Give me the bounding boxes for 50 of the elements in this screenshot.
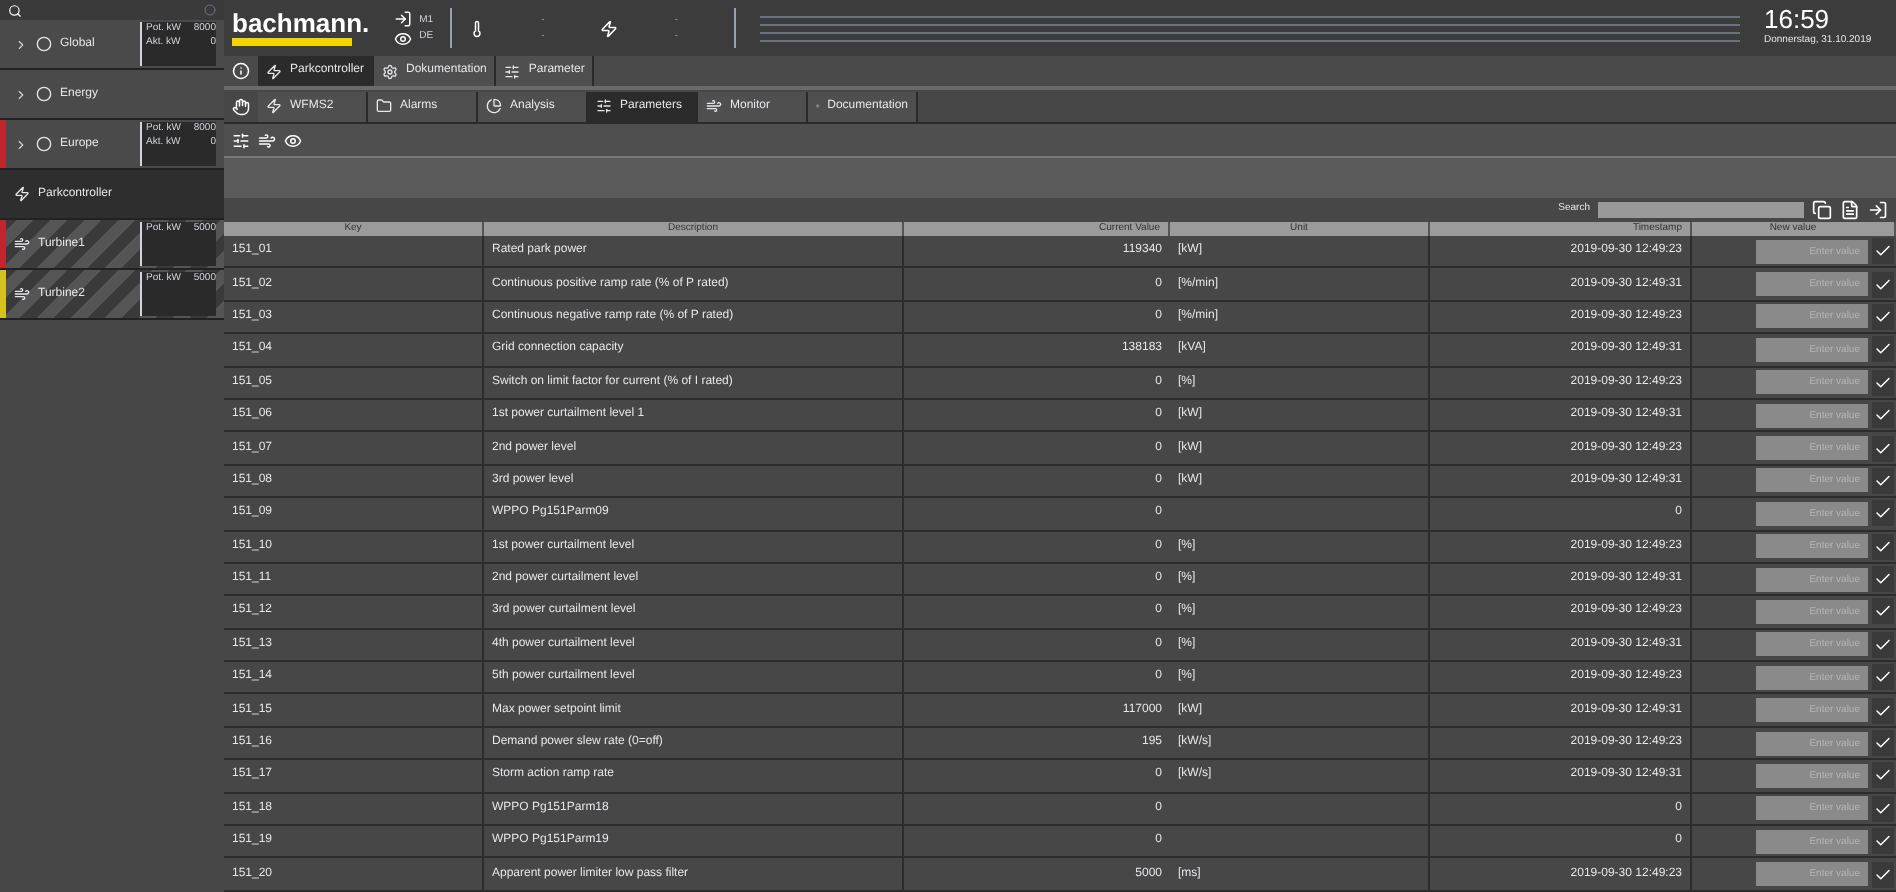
clock-time: 16:59 — [1764, 6, 1832, 35]
confirm-button[interactable] — [1872, 238, 1894, 265]
cluster-icon — [36, 36, 52, 52]
eye-icon[interactable] — [393, 29, 412, 47]
copy-icon[interactable] — [1812, 200, 1832, 220]
confirm-button[interactable] — [1872, 369, 1894, 396]
confirm-button[interactable] — [1872, 566, 1894, 593]
bolt-icon — [600, 19, 619, 37]
document-icon[interactable] — [1840, 200, 1860, 220]
cluster-icon — [36, 86, 52, 102]
eye-icon[interactable] — [284, 131, 302, 149]
cluster-icon — [36, 136, 52, 152]
confirm-button[interactable] — [1872, 664, 1894, 691]
confirm-button[interactable] — [1872, 303, 1894, 330]
hand-icon[interactable] — [232, 97, 250, 115]
login-icon[interactable] — [393, 9, 412, 27]
confirm-button[interactable] — [1872, 467, 1894, 494]
expand-icon[interactable] — [14, 137, 28, 151]
confirm-button[interactable] — [1872, 697, 1894, 724]
bolt-icon — [266, 63, 282, 79]
expand-icon[interactable] — [14, 87, 28, 101]
confirm-button[interactable] — [1872, 402, 1894, 429]
bolt-icon — [14, 186, 30, 202]
search-field[interactable] — [1598, 202, 1804, 218]
expand-icon[interactable] — [14, 37, 28, 51]
sidebar-search-field[interactable] — [0, 0, 224, 20]
confirm-button[interactable] — [1872, 500, 1894, 527]
confirm-button[interactable] — [1872, 762, 1894, 789]
info-icon[interactable] — [232, 62, 250, 80]
sliders-icon[interactable] — [232, 131, 250, 149]
thermometer-icon — [467, 19, 486, 37]
search-icon[interactable] — [8, 3, 22, 17]
confirm-button[interactable] — [1872, 598, 1894, 625]
confirm-button[interactable] — [1872, 336, 1894, 363]
pie-chart-icon — [486, 98, 502, 114]
confirm-button[interactable] — [1872, 828, 1894, 855]
confirm-button[interactable] — [1872, 533, 1894, 560]
confirm-button[interactable] — [1872, 435, 1894, 462]
logo-bar — [232, 38, 352, 46]
confirm-button[interactable] — [1872, 795, 1894, 822]
confirm-button[interactable] — [1872, 730, 1894, 757]
export-icon[interactable] — [1868, 200, 1888, 220]
sliders-icon — [504, 63, 521, 79]
confirm-button[interactable] — [1872, 861, 1894, 888]
sliders-icon — [596, 98, 612, 114]
folder-icon — [376, 98, 392, 114]
logo: bachmann. — [232, 10, 370, 38]
confirm-button[interactable] — [1872, 271, 1894, 298]
confirm-button[interactable] — [1872, 631, 1894, 658]
bolt-icon — [266, 98, 282, 114]
